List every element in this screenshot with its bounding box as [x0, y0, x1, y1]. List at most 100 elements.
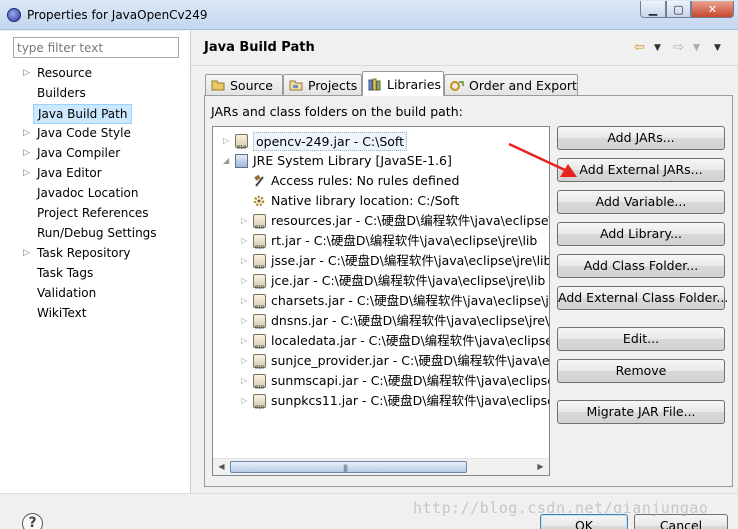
expand-twisty-icon[interactable]: ▷ — [241, 351, 247, 371]
jar-icon — [253, 334, 266, 358]
library-entry-label: jsse.jar - C:\硬盘D\编程软件\java\eclipse\jre\… — [271, 253, 550, 268]
pref-tree-item-label: Java Build Path — [33, 104, 133, 124]
library-entry-label: localedata.jar - C:\硬盘D\编程软件\java\eclips… — [271, 333, 550, 348]
library-entry[interactable]: ▷ dnsns.jar - C:\硬盘D\编程软件\java\eclipse\jr… — [213, 311, 549, 338]
expand-twisty-icon[interactable]: ▷ — [241, 211, 247, 231]
expand-twisty-icon[interactable]: ▷ — [241, 331, 247, 351]
maximize-button[interactable]: ▢ — [666, 1, 691, 18]
expand-twisty-icon[interactable]: ▷ — [241, 231, 247, 251]
scroll-right-icon[interactable]: ▶ — [533, 460, 548, 474]
add-variable-button[interactable]: Add Variable... — [557, 190, 725, 214]
collapse-twisty-icon[interactable]: ◢ — [223, 151, 229, 171]
pref-tree-item[interactable]: WikiText — [0, 303, 190, 323]
pref-tree-item[interactable]: Project References — [0, 203, 190, 223]
add-external-class-folder-button[interactable]: Add External Class Folder... — [557, 286, 728, 310]
horizontal-scrollbar[interactable]: ◀ ||| ▶ — [213, 458, 549, 475]
pref-tree-item[interactable]: ▷ Task Repository — [0, 243, 190, 263]
pref-tree-item-label: Validation — [37, 286, 97, 300]
expand-twisty-icon[interactable]: ▷ — [223, 131, 229, 151]
expand-twisty-icon[interactable]: ▷ — [241, 391, 247, 411]
expand-twisty-icon[interactable]: ▷ — [241, 271, 247, 291]
expand-twisty-icon[interactable]: ▷ — [23, 143, 33, 163]
add-library-button[interactable]: Add Library... — [557, 222, 725, 246]
library-entry-label: sunjce_provider.jar - C:\硬盘D\编程软件\java\e… — [271, 353, 550, 368]
library-entry[interactable]: Access rules: No rules defined — [213, 171, 549, 191]
library-entry-label: sunmscapi.jar - C:\硬盘D\编程软件\java\eclipse… — [271, 373, 549, 388]
library-entry[interactable]: ▷ sunpkcs11.jar - C:\硬盘D\编程软件\java\eclips… — [213, 391, 550, 418]
expand-twisty-icon[interactable]: ▷ — [241, 371, 247, 391]
pref-tree-item-label: Java Editor — [37, 166, 102, 180]
library-entry[interactable]: ▷ sunjce_provider.jar - C:\硬盘D\编程软件\java\… — [213, 351, 550, 378]
pref-tree-item[interactable]: Java Build Path — [0, 103, 190, 124]
remove-button[interactable]: Remove — [557, 359, 725, 383]
jar-icon — [253, 374, 266, 398]
view-menu-icon[interactable]: ▼ — [714, 40, 721, 56]
chevron-down-icon[interactable]: ▼ — [654, 40, 661, 56]
library-entry[interactable]: ▷ resources.jar - C:\硬盘D\编程软件\java\eclips… — [213, 211, 549, 238]
history-navigation: ⇦ ▼ ⇨ ▼ ▼ — [634, 40, 734, 56]
library-entry-label: sunpkcs11.jar - C:\硬盘D\编程软件\java\eclipse… — [271, 393, 550, 408]
close-button[interactable]: ✕ — [691, 1, 734, 18]
maximize-icon: ▢ — [673, 2, 684, 16]
library-entry-label: rt.jar - C:\硬盘D\编程软件\java\eclipse\jre\li… — [271, 233, 538, 248]
library-entry[interactable]: Native library location: C:/Soft — [213, 191, 549, 211]
pref-tree-item[interactable]: Run/Debug Settings — [0, 223, 190, 243]
projects-icon — [288, 78, 304, 92]
add-external-jars-button[interactable]: Add External JARs... — [557, 158, 725, 182]
library-entry-label: jce.jar - C:\硬盘D\编程软件\java\eclipse\jre\l… — [271, 273, 546, 288]
expand-twisty-icon[interactable]: ▷ — [23, 123, 33, 143]
pref-tree-item-label: Builders — [37, 86, 86, 100]
pref-tree-item[interactable]: ▷ Java Editor — [0, 163, 190, 183]
pref-tree-item[interactable]: ▷ Resource — [0, 63, 190, 83]
libraries-heading: JARs and class folders on the build path… — [211, 104, 463, 119]
library-entry[interactable]: ▷ opencv-249.jar - C:\Soft — [213, 131, 549, 158]
library-tree[interactable]: ▷ opencv-249.jar - C:\Soft ◢ JRE System Lib… — [212, 126, 550, 476]
help-icon[interactable]: ? — [22, 513, 43, 529]
pref-tree-item[interactable]: ▷ Java Code Style — [0, 123, 190, 143]
library-entry[interactable]: ◢ JRE System Library [JavaSE-1.6] — [213, 151, 549, 171]
forward-arrow-icon[interactable]: ⇨ — [673, 40, 684, 56]
scroll-thumb[interactable]: ||| — [230, 461, 467, 473]
minimize-button[interactable]: ▁ — [640, 1, 666, 18]
properties-page: Java Build Path ⇦ ▼ ⇨ ▼ ▼ Source Project… — [191, 31, 738, 493]
library-entry[interactable]: ▷ localedata.jar - C:\硬盘D\编程软件\java\eclip… — [213, 331, 550, 358]
pref-tree-item[interactable]: Builders — [0, 83, 190, 103]
access-rules-icon — [253, 174, 266, 188]
expand-twisty-icon[interactable]: ▷ — [23, 243, 33, 263]
add-jars-button[interactable]: Add JARs... — [557, 126, 725, 150]
library-entry[interactable]: ▷ jsse.jar - C:\硬盘D\编程软件\java\eclipse\jre… — [213, 251, 550, 278]
tab-label: Order and Export — [469, 77, 577, 93]
library-entry[interactable]: ▷ rt.jar - C:\硬盘D\编程软件\java\eclipse\jre\l… — [213, 231, 549, 258]
library-entry[interactable]: ▷ charsets.jar - C:\硬盘D\编程软件\java\eclipse… — [213, 291, 549, 318]
expand-twisty-icon[interactable]: ▷ — [23, 163, 33, 183]
scroll-left-icon[interactable]: ◀ — [214, 460, 229, 474]
edit-button[interactable]: Edit... — [557, 327, 725, 351]
jar-icon — [253, 234, 266, 258]
expand-twisty-icon[interactable]: ▷ — [241, 291, 247, 311]
tab-libraries[interactable]: Libraries — [362, 71, 444, 96]
expand-twisty-icon[interactable]: ▷ — [241, 251, 247, 271]
tab-order-and-export[interactable]: Order and Export — [444, 74, 578, 95]
tab-projects[interactable]: Projects — [283, 74, 362, 95]
library-entry[interactable]: ▷ jce.jar - C:\硬盘D\编程软件\java\eclipse\jre\… — [213, 271, 549, 298]
jar-icon — [253, 294, 266, 318]
pref-tree-item[interactable]: ▷ Java Compiler — [0, 143, 190, 163]
pref-tree-item[interactable]: Validation — [0, 283, 190, 303]
back-arrow-icon[interactable]: ⇦ — [634, 40, 645, 56]
jar-icon — [235, 134, 248, 158]
preference-navigation-panel: ▷ResourceBuildersJava Build Path▷Java Co… — [0, 31, 191, 493]
tab-source[interactable]: Source — [205, 74, 283, 95]
expand-twisty-icon[interactable]: ▷ — [241, 311, 247, 331]
pref-tree-item[interactable]: Javadoc Location — [0, 183, 190, 203]
add-class-folder-button[interactable]: Add Class Folder... — [557, 254, 725, 278]
title-bar: Properties for JavaOpenCv249 ▁ ▢ ✕ — [0, 0, 738, 30]
filter-input[interactable] — [13, 37, 179, 58]
libraries-tab-content: JARs and class folders on the build path… — [204, 95, 733, 487]
expand-twisty-icon[interactable]: ▷ — [23, 63, 33, 83]
chevron-down-icon[interactable]: ▼ — [693, 40, 700, 56]
jar-icon — [253, 394, 266, 418]
library-entry[interactable]: ▷ sunmscapi.jar - C:\硬盘D\编程软件\java\eclips… — [213, 371, 549, 398]
jar-icon — [253, 254, 266, 278]
migrate-jar-file-button[interactable]: Migrate JAR File... — [557, 400, 725, 424]
pref-tree-item[interactable]: Task Tags — [0, 263, 190, 283]
